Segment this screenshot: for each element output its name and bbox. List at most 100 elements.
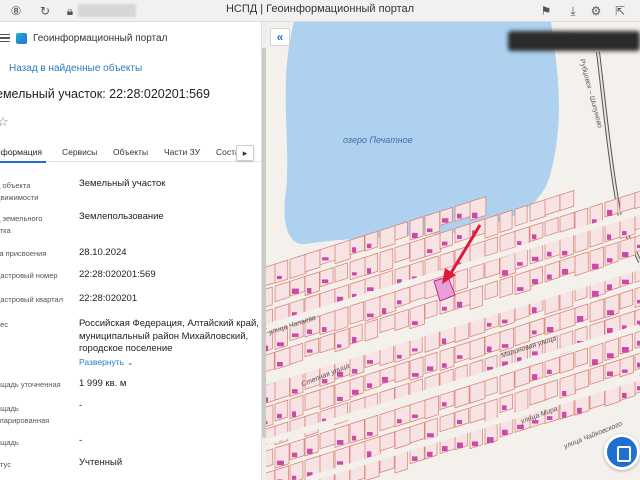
parcel: [289, 394, 304, 420]
building: [427, 433, 434, 438]
building: [412, 373, 419, 377]
building: [292, 475, 297, 480]
building: [367, 451, 372, 458]
building: [277, 362, 283, 367]
building: [517, 424, 524, 430]
building: [472, 441, 479, 447]
back-to-results-link[interactable]: Назад в найденные объекты: [9, 63, 142, 74]
chevron-down-icon[interactable]: ⌄: [127, 357, 134, 367]
building: [457, 301, 463, 308]
building: [352, 247, 357, 253]
building: [277, 413, 282, 419]
building: [412, 456, 418, 461]
building: [292, 411, 297, 418]
building: [397, 300, 402, 305]
portal-name: Геоинформационный портал: [33, 32, 168, 44]
building: [517, 241, 522, 245]
parcel: [514, 204, 528, 227]
building: [322, 279, 329, 284]
building: [547, 251, 552, 257]
map-canvas: [266, 22, 640, 480]
building: [307, 288, 312, 294]
share-icon[interactable]: ⇱: [612, 3, 628, 19]
lake-label: озеро Печатное: [343, 135, 413, 145]
parcel: [469, 285, 483, 310]
parcel: [266, 404, 274, 427]
tab-objects[interactable]: Объекты: [113, 147, 148, 157]
parcel: [334, 306, 349, 332]
parcel: [454, 267, 469, 293]
building: [412, 321, 418, 326]
cadastral-map[interactable]: [266, 22, 640, 480]
building: [517, 262, 523, 266]
parcel: [289, 342, 304, 365]
building: [367, 360, 373, 364]
building: [442, 338, 447, 345]
building: [607, 258, 613, 263]
parcel: [544, 379, 558, 401]
object-info-panel: Геоинформационный портал Назад в найденн…: [0, 22, 262, 480]
parcel: [266, 286, 273, 308]
parcel: [364, 252, 379, 276]
bookmark-icon[interactable]: ⚑: [538, 3, 554, 19]
tab-services[interactable]: Сервисы: [62, 147, 97, 157]
parcel: [574, 251, 589, 277]
building: [487, 437, 494, 444]
building: [487, 346, 492, 353]
building: [352, 337, 357, 343]
chat-support-button[interactable]: [604, 434, 640, 470]
download-icon[interactable]: ⤓: [565, 3, 581, 19]
building: [607, 310, 614, 316]
building: [532, 374, 538, 380]
building: [622, 279, 629, 285]
building: [607, 234, 612, 240]
building: [266, 345, 269, 352]
building: [502, 429, 508, 436]
building: [337, 344, 342, 348]
building: [337, 440, 344, 445]
building: [532, 234, 537, 240]
building: [337, 461, 344, 465]
building: [367, 287, 374, 292]
building: [502, 319, 508, 324]
building: [292, 389, 298, 394]
parcel: [484, 214, 499, 239]
building: [532, 279, 538, 285]
expand-address-link[interactable]: Развернуть: [79, 357, 124, 367]
building: [292, 452, 298, 458]
building: [562, 250, 568, 256]
building: [367, 268, 372, 274]
building: [352, 389, 359, 395]
parcel: [589, 298, 605, 323]
tab-parts[interactable]: Части ЗУ: [164, 147, 200, 157]
building: [382, 308, 387, 314]
parcel: [424, 395, 439, 420]
tabs-next-button[interactable]: ▸: [236, 145, 254, 161]
building: [607, 353, 614, 359]
collapse-panel-button[interactable]: «: [270, 28, 290, 46]
favorite-star-icon[interactable]: ☆: [0, 114, 9, 130]
browser-toolbar: ⑧ ↻ 🔒︎ НСПД | Геоинформационный портал ⚑…: [0, 0, 640, 22]
building: [622, 369, 628, 373]
building: [382, 376, 388, 383]
building: [547, 327, 554, 333]
building: [442, 363, 447, 368]
building: [547, 416, 553, 420]
building: [547, 274, 552, 280]
building: [322, 327, 327, 332]
building: [622, 346, 629, 353]
extension-icon[interactable]: ⚙: [588, 3, 604, 19]
building: [502, 344, 509, 348]
tab-information[interactable]: нформация: [0, 147, 42, 157]
parcel: [274, 259, 289, 284]
parcel: [334, 327, 350, 353]
parcel: [379, 247, 394, 273]
building: [277, 460, 284, 466]
menu-icon[interactable]: [0, 34, 10, 42]
building: [322, 257, 329, 261]
building: [607, 209, 613, 216]
building: [442, 306, 447, 311]
building: [532, 330, 537, 335]
building: [397, 419, 402, 424]
building: [442, 402, 447, 407]
